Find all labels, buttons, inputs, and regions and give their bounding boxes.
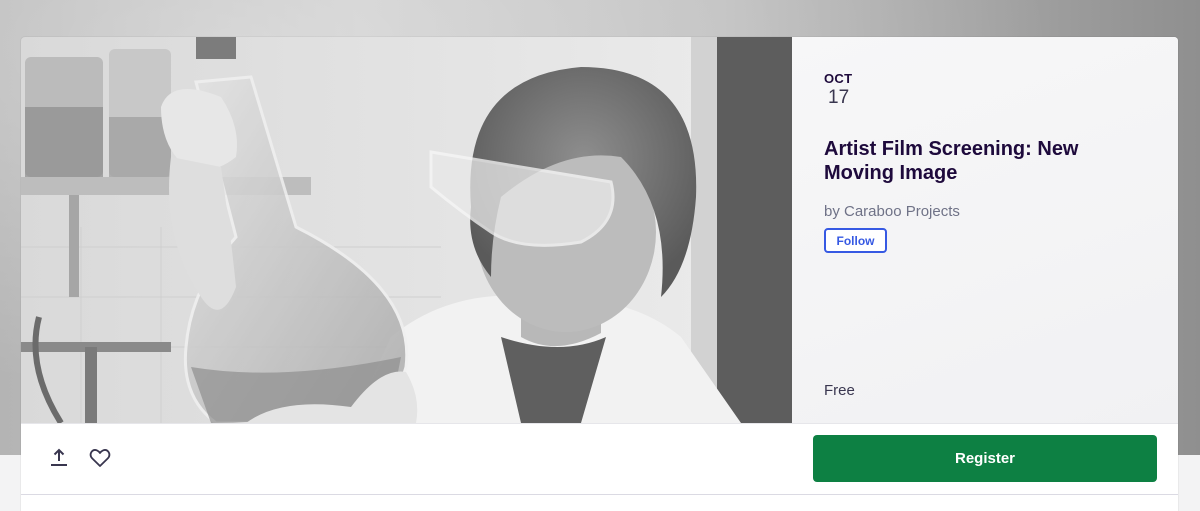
- heart-icon: [89, 449, 111, 467]
- follow-button[interactable]: Follow: [824, 228, 887, 253]
- event-price: Free: [824, 382, 855, 399]
- share-button[interactable]: [45, 444, 73, 472]
- share-icon: [51, 448, 67, 466]
- event-hero-image: [21, 37, 792, 423]
- event-organizer[interactable]: by Caraboo Projects: [824, 203, 960, 220]
- register-button[interactable]: Register: [813, 435, 1157, 482]
- event-action-bar: Register: [21, 423, 1178, 495]
- event-card: OCT 17 Artist Film Screening: New Moving…: [21, 37, 1178, 511]
- like-button[interactable]: [86, 444, 114, 472]
- event-date-month: OCT: [824, 71, 853, 86]
- event-title: Artist Film Screening: New Moving Image: [824, 138, 1079, 184]
- event-info-panel: OCT 17 Artist Film Screening: New Moving…: [792, 37, 1178, 423]
- event-date-day: 17: [828, 87, 850, 108]
